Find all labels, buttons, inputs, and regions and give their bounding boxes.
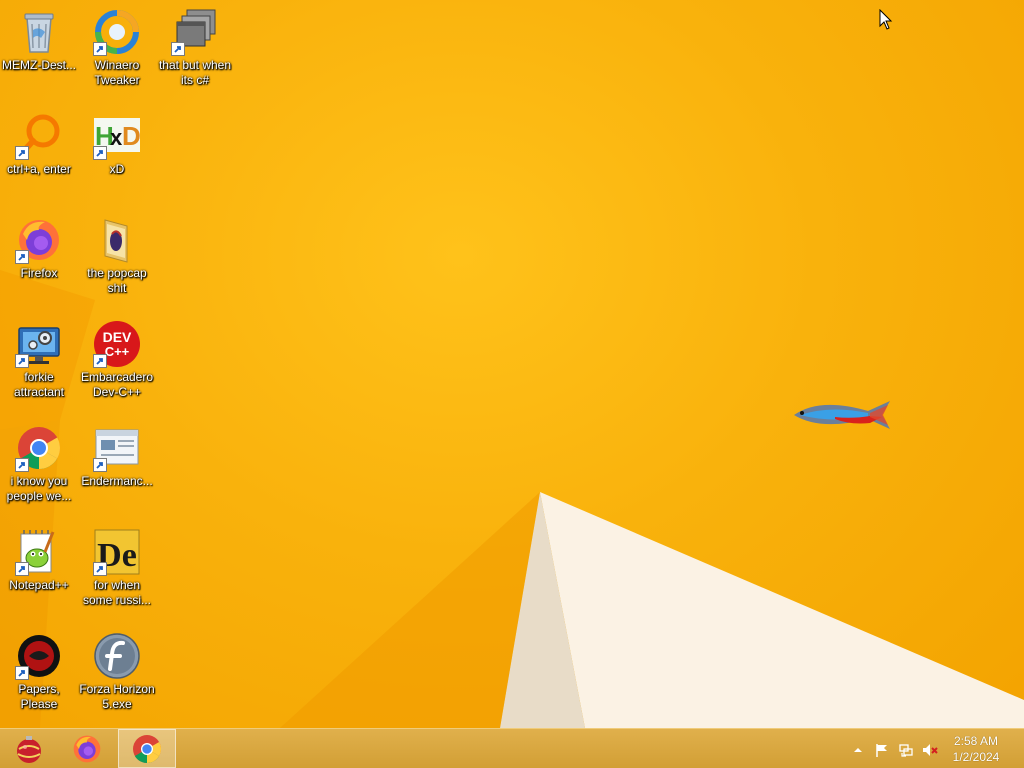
taskbar-firefox-button[interactable] [58, 729, 116, 768]
icon-label: xD [109, 162, 125, 176]
desktop-icon-ctrl-a-enter[interactable]: ctrl+a, enter [0, 108, 78, 208]
dev-cpp-text-bottom: C++ [105, 344, 130, 359]
clock-time: 2:58 AM [953, 734, 999, 748]
shortcut-arrow-icon [93, 562, 107, 576]
desktop-icon-for-when-some-russi[interactable]: De for when some russi... [78, 524, 156, 624]
desktop-icon-forza-horizon-5[interactable]: Forza Horizon 5.exe [78, 628, 156, 728]
icon-label: forkie attractant [13, 370, 65, 399]
taskbar-chrome-button[interactable] [118, 729, 176, 768]
icon-label: Papers, Please [18, 682, 60, 711]
svg-text:D: D [122, 121, 141, 151]
icon-label: ctrl+a, enter [7, 162, 71, 176]
taskbar[interactable]: 2:58 AM 1/2/2024 [0, 728, 1024, 768]
icon-label: MEMZ-Dest... [2, 58, 76, 72]
desktop-icon-endermanch[interactable]: Endermanc... [78, 420, 156, 520]
icon-label: i know you people we... [6, 474, 72, 503]
action-center-flag-icon[interactable] [874, 742, 890, 758]
icon-label: Winaero Tweaker [94, 58, 140, 87]
show-hidden-icons-chevron-up-icon[interactable] [850, 742, 866, 758]
taskbar-clock[interactable]: 2:58 AM 1/2/2024 [946, 733, 1006, 765]
mouse-cursor-icon [879, 9, 893, 30]
clock-date: 1/2/2024 [952, 750, 1000, 764]
shortcut-arrow-icon [15, 562, 29, 576]
shortcut-arrow-icon [93, 458, 107, 472]
folder-icon [104, 219, 128, 263]
icon-label: for when some russi... [82, 578, 151, 607]
shortcut-arrow-icon [93, 42, 107, 56]
taskbar-start-ornament[interactable] [0, 729, 58, 768]
desktop-icon-memz[interactable]: MEMZ-Dest... [0, 4, 78, 104]
network-icon[interactable] [898, 742, 914, 758]
shortcut-arrow-icon [15, 250, 29, 264]
ornament-icon [17, 735, 41, 763]
shortcut-arrow-icon [15, 354, 29, 368]
chrome-icon [133, 734, 162, 763]
desktop-icon-i-know-you-people[interactable]: i know you people we... [0, 420, 78, 520]
dev-cpp-text-top: DEV [103, 329, 132, 345]
icon-label: that but when its c# [158, 58, 232, 87]
shortcut-arrow-icon [15, 458, 29, 472]
fish-sprite [794, 401, 890, 429]
desktop-icon-firefox[interactable]: Firefox [0, 212, 78, 312]
desktop-icon-xd[interactable]: H x D xD [78, 108, 156, 208]
icon-label: Notepad++ [9, 578, 69, 592]
desktop-icon-winaero-tweaker[interactable]: Winaero Tweaker [78, 4, 156, 104]
desktop[interactable]: MEMZ-Dest... ctrl+a, enter Firefox forki… [0, 0, 1024, 728]
icon-label: Endermanc... [81, 474, 153, 488]
volume-muted-icon[interactable] [922, 742, 938, 758]
shortcut-arrow-icon [15, 666, 29, 680]
icon-label: Firefox [20, 266, 58, 280]
flash-icon [94, 633, 140, 679]
desktop-icon-forkie-attractant[interactable]: forkie attractant [0, 316, 78, 416]
shortcut-arrow-icon [93, 354, 107, 368]
firefox-icon [73, 735, 101, 762]
desktop-icon-notepad-plus-plus[interactable]: Notepad++ [0, 524, 78, 624]
shortcut-arrow-icon [15, 146, 29, 160]
icon-label: Embarcadero Dev-C++ [80, 370, 154, 399]
recycle-bin-icon [24, 13, 54, 53]
desktop-icon-that-but-when-its-c-sharp[interactable]: that but when its c# [156, 4, 234, 104]
icon-label: the popcap shit [87, 266, 147, 295]
desktop-icon-dev-cpp[interactable]: DEV C++ Embarcadero Dev-C++ [78, 316, 156, 416]
icon-label: Forza Horizon 5.exe [79, 682, 155, 711]
shortcut-arrow-icon [171, 42, 185, 56]
shortcut-arrow-icon [93, 146, 107, 160]
desktop-icon-the-popcap-shit[interactable]: the popcap shit [78, 212, 156, 312]
desktop-icon-papers-please[interactable]: Papers, Please [0, 628, 78, 728]
